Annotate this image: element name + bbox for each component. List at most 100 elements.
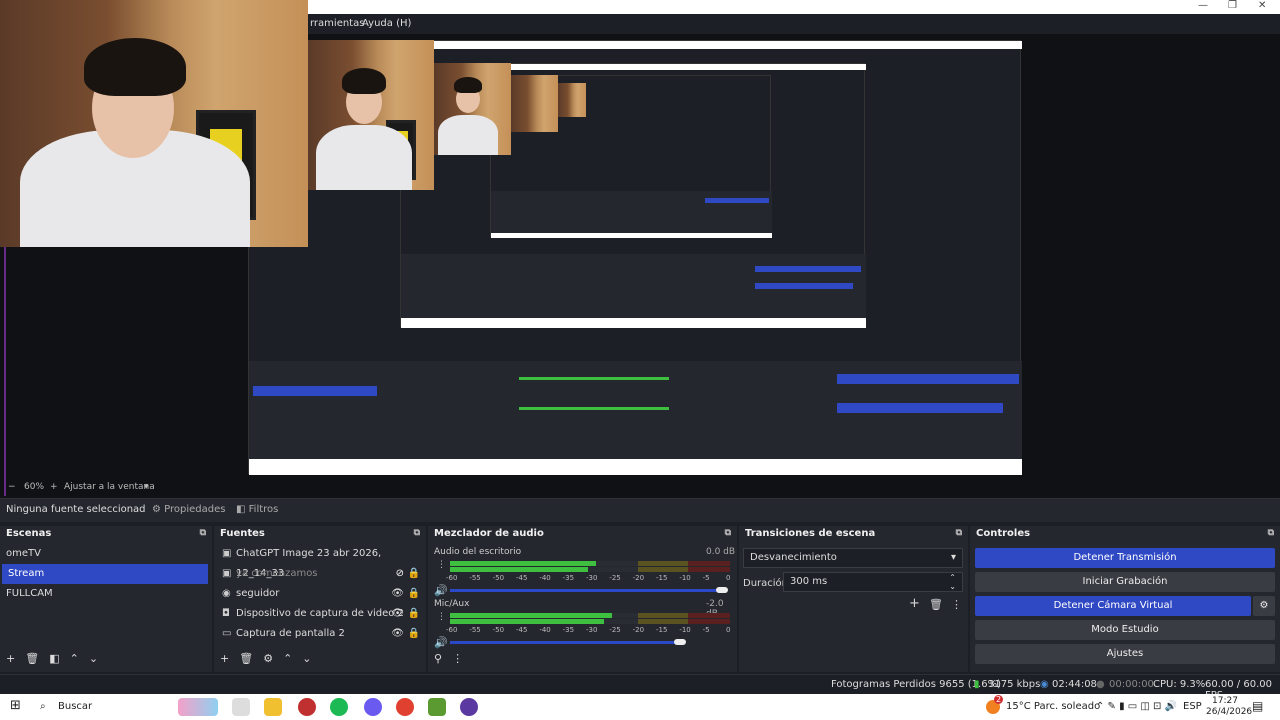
- restore-icon[interactable]: ❐: [1228, 0, 1237, 11]
- volume-slider[interactable]: [450, 641, 680, 644]
- scale-tick: 0: [726, 626, 731, 634]
- source-item[interactable]: ▣ ya comenzamos ⊘ 🔒: [214, 564, 426, 584]
- undock-icon[interactable]: ⧉: [414, 528, 420, 538]
- weather-text[interactable]: 15°C Parc. soleado: [1006, 701, 1100, 712]
- lock-icon[interactable]: 🔒: [408, 584, 420, 604]
- meter-zone-yellow: [637, 567, 688, 572]
- transition-select[interactable]: Desvanecimiento ▾: [743, 548, 963, 568]
- trash-icon[interactable]: 🗑: [929, 598, 943, 611]
- minecraft-icon[interactable]: [428, 698, 446, 716]
- tray-icons[interactable]: ⌃ ✎ ▮ ▭ ◫ ⊡ 🔊: [1096, 701, 1177, 712]
- chevron-down-icon[interactable]: ⌄: [89, 652, 98, 665]
- menu-herramientas[interactable]: rramientas: [310, 18, 364, 29]
- more-icon[interactable]: ⋮: [951, 598, 962, 611]
- eye-icon[interactable]: 👁: [391, 624, 404, 644]
- filters-button[interactable]: ◧ Filtros: [236, 504, 278, 515]
- lock-icon[interactable]: 🔒: [408, 604, 420, 624]
- fit-window-label[interactable]: Ajustar a la ventana: [64, 482, 155, 492]
- more-icon[interactable]: ⋮: [437, 612, 446, 622]
- stop-virtual-camera-button[interactable]: Detener Cámara Virtual: [975, 596, 1251, 616]
- chevron-down-icon[interactable]: ⌄: [302, 652, 311, 665]
- clock-date[interactable]: 26/4/2026: [1206, 707, 1252, 717]
- gear-icon[interactable]: ⚙: [263, 652, 273, 665]
- eye-icon[interactable]: 👁: [391, 604, 404, 624]
- zoom-level: 60%: [24, 482, 45, 492]
- search-icon[interactable]: ⌕: [40, 701, 46, 712]
- volume-slider-knob[interactable]: [674, 639, 686, 645]
- properties-button[interactable]: ⚙ Propiedades: [152, 504, 225, 515]
- undock-icon[interactable]: ⧉: [956, 528, 962, 538]
- scale-tick: -45: [516, 574, 528, 582]
- scale-tick: -10: [679, 626, 691, 634]
- link-icon[interactable]: ⚲: [434, 652, 442, 665]
- search-highlight-icon[interactable]: [178, 698, 218, 716]
- task-view-icon[interactable]: [232, 698, 250, 716]
- file-explorer-icon[interactable]: [264, 698, 282, 716]
- close-icon[interactable]: ✕: [1258, 0, 1266, 11]
- speaker-icon[interactable]: 🔊: [434, 584, 448, 597]
- add-icon[interactable]: +: [220, 652, 229, 665]
- camera-icon: ◘: [222, 608, 230, 619]
- transitions-title: Transiciones de escena ⧉: [745, 528, 962, 539]
- more-icon[interactable]: ⋮: [437, 560, 446, 570]
- settings-button[interactable]: Ajustes: [975, 644, 1275, 664]
- eye-icon[interactable]: 👁: [391, 584, 404, 604]
- channel-name: Mic/Aux: [434, 599, 470, 609]
- add-icon[interactable]: +: [909, 596, 920, 611]
- discord-icon[interactable]: [364, 698, 382, 716]
- zoom-in-button[interactable]: +: [50, 482, 58, 492]
- chevron-down-icon[interactable]: ▾: [144, 482, 149, 492]
- language-indicator[interactable]: ESP: [1183, 701, 1202, 712]
- start-recording-button[interactable]: Iniciar Grabación: [975, 572, 1275, 592]
- source-item[interactable]: ◘ Dispositivo de captura de video 2 👁 🔒: [214, 604, 426, 624]
- scale-tick: -45: [516, 626, 528, 634]
- gear-icon[interactable]: ⚙: [1253, 596, 1275, 616]
- minimize-icon[interactable]: —: [1198, 0, 1208, 11]
- clock-time[interactable]: 17:27: [1212, 696, 1238, 706]
- duration-spinbox[interactable]: 300 ms ⌃ ⌄: [783, 572, 963, 592]
- add-icon[interactable]: +: [6, 652, 15, 665]
- stop-stream-button[interactable]: Detener Transmisión: [975, 548, 1275, 568]
- scale-tick: -20: [632, 626, 645, 634]
- scale-tick: -30: [586, 574, 598, 582]
- scene-item-selected[interactable]: Stream: [2, 564, 208, 584]
- spotify-icon[interactable]: [330, 698, 348, 716]
- undock-icon[interactable]: ⧉: [725, 528, 731, 538]
- lock-icon[interactable]: 🔒: [408, 564, 420, 584]
- trash-icon[interactable]: 🗑: [25, 652, 39, 665]
- obs-icon[interactable]: [460, 698, 478, 716]
- undock-icon[interactable]: ⧉: [1268, 528, 1274, 538]
- source-item[interactable]: ▣ ChatGPT Image 23 abr 2026, 12_14_33 ⊘ 🔒: [214, 544, 426, 579]
- taskbar-search[interactable]: Buscar: [58, 701, 92, 712]
- more-icon[interactable]: ⋮: [452, 652, 463, 665]
- notification-center-icon[interactable]: ▤: [1252, 699, 1263, 713]
- source-item[interactable]: ◉ seguidor 👁 🔒: [214, 584, 426, 604]
- chrome-icon[interactable]: [396, 698, 414, 716]
- chevron-up-icon[interactable]: ⌃: [283, 652, 292, 665]
- menu-ayuda[interactable]: Ayuda (H): [362, 18, 411, 29]
- speaker-icon[interactable]: 🔊: [434, 636, 448, 649]
- volume-slider[interactable]: [450, 589, 722, 592]
- windows-start-icon[interactable]: ⊞: [10, 698, 21, 713]
- webcam-overlay-2: [308, 40, 434, 190]
- scale-tick: -40: [539, 626, 551, 634]
- lock-icon[interactable]: 🔒: [408, 624, 420, 644]
- chevron-up-icon[interactable]: ⌃: [70, 652, 79, 665]
- eye-hidden-icon[interactable]: ⊘: [396, 564, 404, 584]
- zoom-out-button[interactable]: −: [8, 482, 16, 492]
- scene-item[interactable]: omeTV: [0, 544, 212, 564]
- studio-mode-button[interactable]: Modo Estudio: [975, 620, 1275, 640]
- app-icon[interactable]: [298, 698, 316, 716]
- scale-tick: -25: [609, 574, 621, 582]
- scale-tick: -35: [562, 626, 575, 634]
- globe-icon: ◉: [222, 588, 231, 599]
- volume-slider-knob[interactable]: [716, 587, 728, 593]
- source-item[interactable]: ▭ Captura de pantalla 2 👁 🔒: [214, 624, 426, 644]
- filter-icon[interactable]: ◧: [49, 652, 59, 665]
- trash-icon[interactable]: 🗑: [239, 652, 253, 665]
- controls-title: Controles ⧉: [976, 528, 1274, 539]
- spin-arrows-icon[interactable]: ⌃ ⌄: [949, 573, 956, 591]
- scale-tick: -20: [632, 574, 645, 582]
- scene-item[interactable]: FULLCAM: [0, 584, 212, 604]
- undock-icon[interactable]: ⧉: [200, 528, 206, 538]
